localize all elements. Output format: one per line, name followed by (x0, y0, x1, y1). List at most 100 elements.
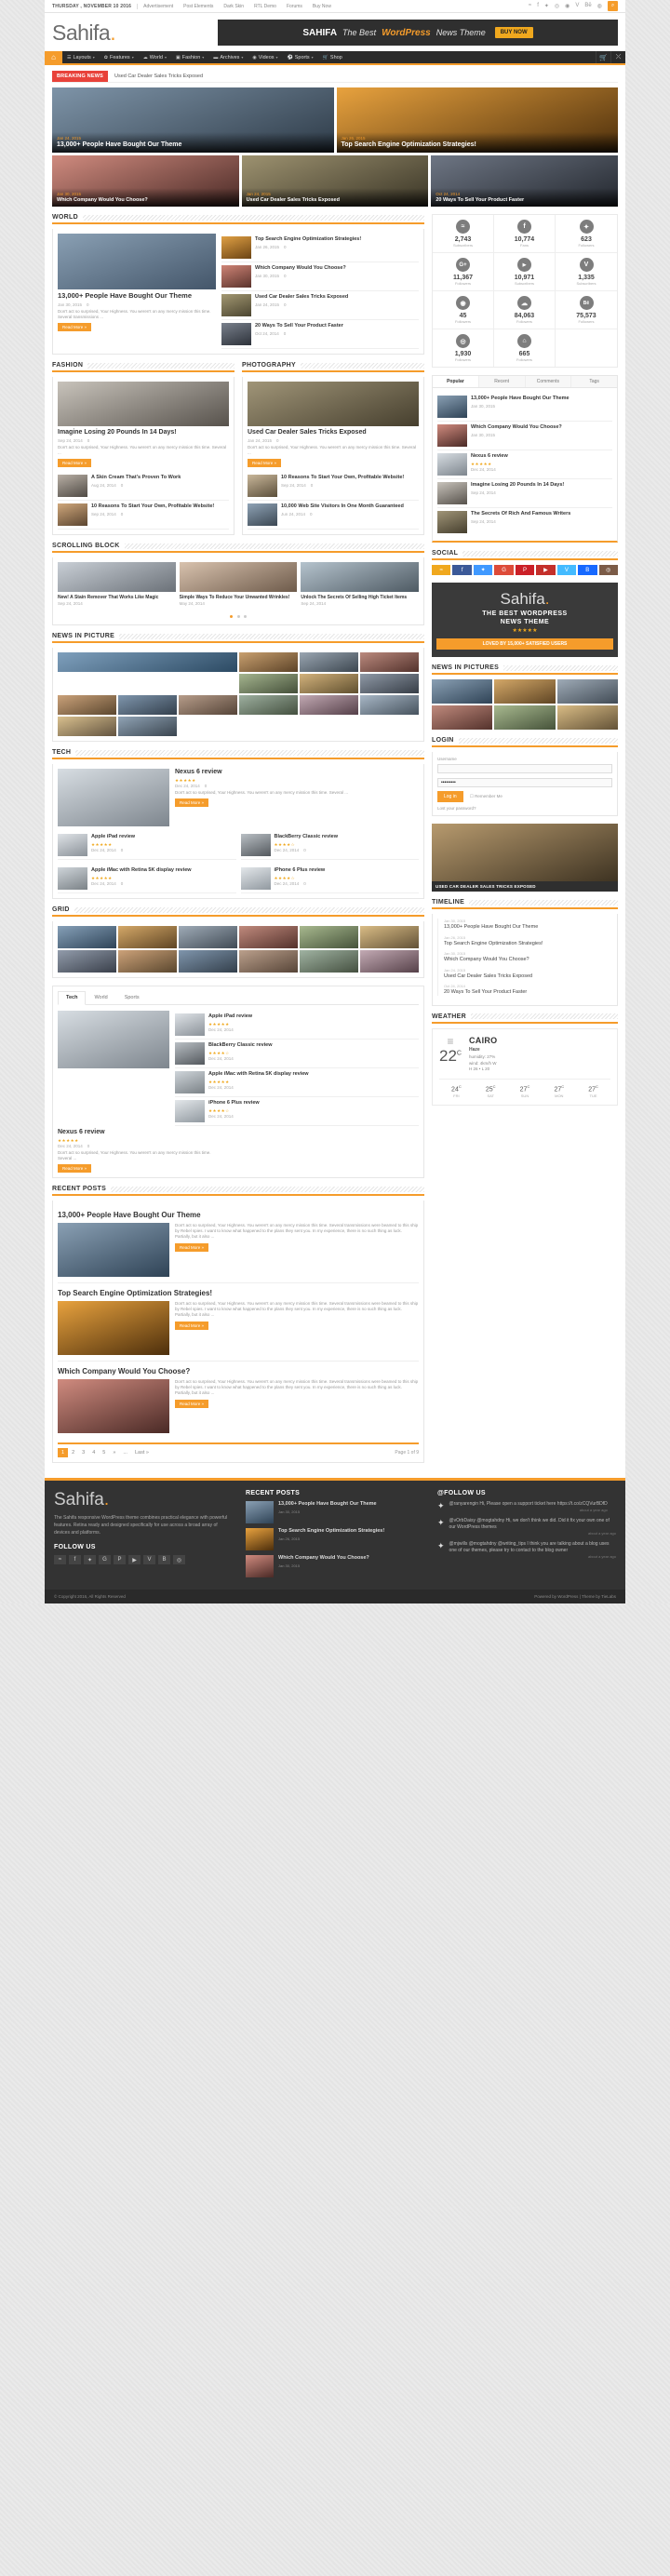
post-thumbnail[interactable] (58, 1011, 169, 1069)
counter-twitter[interactable]: ✦ 623 Followers (556, 215, 617, 253)
page-2[interactable]: 2 (68, 1448, 78, 1457)
pinterest-icon[interactable]: P (114, 1555, 126, 1565)
counter-youtube[interactable]: ▶ 10,971 Subscribers (494, 253, 556, 291)
random-icon[interactable]: ⤫ (610, 51, 625, 63)
list-item[interactable]: BlackBerry Classic review ★★★★☆ Dec 24, 20… (240, 831, 419, 861)
page-next[interactable]: » (109, 1448, 119, 1457)
carousel-dot[interactable] (236, 615, 240, 619)
rss-icon[interactable]: ≈ (54, 1555, 66, 1565)
read-more-button[interactable]: Read More » (58, 322, 92, 331)
list-item[interactable]: 13,000+ People Have Bought Our Theme Jan … (246, 1501, 424, 1524)
instagram-icon[interactable]: ◎ (598, 565, 618, 575)
timeline-item[interactable]: Jan 24, 2015 Used Car Dealer Sales Tricks… (444, 968, 612, 980)
instagram-icon[interactable]: ◎ (173, 1555, 185, 1565)
list-item[interactable]: The Secrets Of Rich And Famous Writers Se… (437, 508, 612, 536)
carousel-dot[interactable] (243, 615, 247, 619)
slide-big-2[interactable]: Jan 26, 2015 Top Search Engine Optimizat… (336, 87, 618, 153)
vimeo-icon[interactable]: V (575, 3, 579, 9)
nav-item-archives[interactable]: ▬ Archives ▾ (208, 55, 248, 60)
list-item[interactable]: iPhone 6 Plus review ★★★★☆ Dec 24, 2014 (175, 1097, 419, 1127)
site-logo[interactable]: Sahifa. (52, 20, 116, 46)
post-thumbnail[interactable] (58, 382, 229, 426)
list-item[interactable]: Used Car Dealer Sales Tricks Exposed Jan … (221, 291, 419, 320)
mosaic-tile[interactable] (118, 695, 177, 716)
photo-tile[interactable] (494, 679, 556, 704)
list-item[interactable]: 10 Reasons To Start Your Own, Profitable… (58, 501, 229, 530)
nav-item-sports[interactable]: ⚽ Sports ▾ (283, 55, 318, 60)
rss-icon[interactable]: ≈ (529, 3, 531, 9)
mosaic-tile[interactable] (118, 717, 177, 737)
post-thumbnail[interactable] (58, 1223, 169, 1278)
mosaic-tile[interactable] (300, 652, 358, 673)
nav-item-videos[interactable]: ◉ Videos ▾ (248, 55, 282, 60)
page-4[interactable]: 4 (88, 1448, 99, 1457)
facebook-icon[interactable]: f (69, 1555, 81, 1565)
rss-icon[interactable]: ≈ (432, 565, 451, 575)
mosaic-tile[interactable] (58, 717, 116, 737)
behance-icon[interactable]: B (578, 565, 597, 575)
slide-small-1[interactable]: Jan 30, 2015 Which Company Would You Cho… (52, 155, 239, 207)
behance-icon[interactable]: B (158, 1555, 170, 1565)
timeline-item[interactable]: Oct 24, 2014 20 Ways To Sell Your Product… (444, 984, 612, 996)
mosaic-tile[interactable] (58, 695, 116, 716)
top-link-advertisement[interactable]: Advertisement (143, 4, 173, 9)
photo-tile[interactable] (432, 705, 493, 730)
counter-instagram[interactable]: ◎ 1,930 Followers (433, 329, 494, 367)
grid-tile[interactable] (118, 926, 177, 949)
search-icon[interactable]: ⌕ (608, 1, 618, 11)
list-item[interactable]: Which Company Would You Choose? Jan 30, 2… (437, 422, 612, 450)
list-item[interactable]: BlackBerry Classic review ★★★★☆ Dec 24, 20… (175, 1040, 419, 1069)
tab-world[interactable]: World (86, 991, 115, 1004)
tab-sports[interactable]: Sports (116, 991, 148, 1004)
post-title[interactable]: Top Search Engine Optimization Strategie… (58, 1289, 419, 1297)
list-item[interactable]: Top Search Engine Optimization Strategie… (246, 1528, 424, 1551)
list-item[interactable]: 10,000 Web Site Visitors In One Month Gu… (248, 501, 419, 530)
mosaic-tile[interactable] (360, 695, 419, 716)
list-item[interactable]: Which Company Would You Choose? Jan 30, 2… (221, 262, 419, 291)
footer-logo[interactable]: Sahifa. (54, 1490, 233, 1510)
list-item[interactable]: 13,000+ People Have Bought Our Theme Jan … (437, 393, 612, 422)
lost-password-link[interactable]: Lost your password? (437, 806, 612, 811)
mosaic-tile[interactable] (58, 652, 237, 693)
post-thumbnail[interactable] (58, 769, 169, 827)
remember-me-label[interactable]: ☐ Remember Me (470, 794, 502, 798)
behance-icon[interactable]: Bē (584, 3, 591, 9)
list-item[interactable]: A Skin Cream That's Proven To Work Aug 24… (58, 472, 229, 502)
mosaic-tile[interactable] (300, 695, 358, 716)
list-item[interactable]: Apple iPad review ★★★★★ Dec 24, 2014 0 (58, 831, 236, 861)
post-thumbnail[interactable] (58, 1301, 169, 1356)
read-more-button[interactable]: Read More » (175, 798, 209, 808)
youtube-icon[interactable]: ▶ (536, 565, 556, 575)
post-thumbnail[interactable] (58, 1379, 169, 1434)
list-item[interactable]: Top Search Engine Optimization Strategie… (221, 234, 419, 262)
post-thumbnail[interactable] (248, 382, 419, 426)
grid-tile[interactable] (58, 926, 116, 949)
top-link-post-elements[interactable]: Post Elements (183, 4, 213, 9)
photo-tile[interactable] (432, 679, 493, 704)
timeline-item[interactable]: Jan 30, 2015 Which Company Would You Choo… (444, 951, 612, 963)
google-plus-icon[interactable]: G (99, 1555, 111, 1565)
mosaic-tile[interactable] (239, 695, 298, 716)
counter-facebook[interactable]: f 10,774 Fans (494, 215, 556, 253)
post-title[interactable]: Nexus 6 review (58, 1129, 211, 1136)
youtube-icon[interactable]: ▶ (128, 1555, 141, 1565)
counter-dribbble[interactable]: ◉ 45 Followers (433, 291, 494, 329)
sidebar-ad[interactable]: USED CAR DEALER SALES TRICKS EXPOSED (432, 824, 618, 892)
counter-behance[interactable]: Bē 75,573 Followers (556, 291, 617, 329)
mosaic-tile[interactable] (300, 674, 358, 694)
vimeo-icon[interactable]: V (143, 1555, 155, 1565)
post-title[interactable]: Which Company Would You Choose? (58, 1367, 419, 1375)
breaking-news-headline[interactable]: Used Car Dealer Sales Tricks Exposed (114, 74, 203, 79)
slide-small-2[interactable]: Jan 24, 2015 Used Car Dealer Sales Trick… (241, 155, 429, 207)
read-more-button[interactable]: Read More » (175, 1399, 209, 1408)
grid-tile[interactable] (360, 950, 419, 973)
page-3[interactable]: 3 (78, 1448, 88, 1457)
mosaic-tile[interactable] (360, 652, 419, 673)
mosaic-tile[interactable] (179, 695, 237, 716)
counter-google-plus[interactable]: G+ 11,367 Followers (433, 253, 494, 291)
top-link-forums[interactable]: Forums (287, 4, 302, 9)
nav-item-features[interactable]: ✿ Features ▾ (100, 55, 139, 60)
home-icon[interactable]: ⌂ (45, 51, 62, 63)
page-last[interactable]: Last » (131, 1448, 153, 1457)
read-more-button[interactable]: Read More » (175, 1321, 209, 1330)
